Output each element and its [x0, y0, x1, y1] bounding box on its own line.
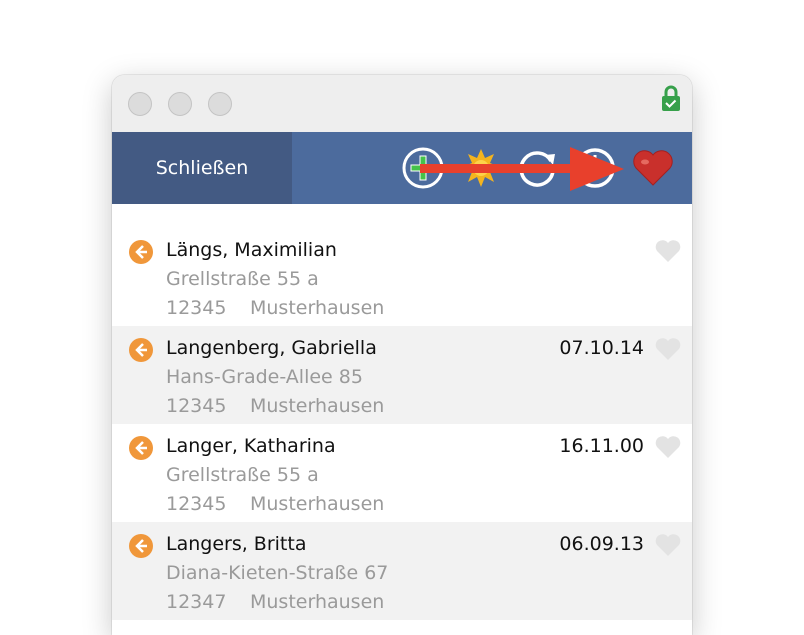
arrow-left-icon[interactable]: [128, 435, 154, 461]
add-icon[interactable]: [400, 145, 446, 191]
contact-list: Längs, Maximilian Grellstraße 55 a 12345…: [112, 204, 692, 620]
contact-street: Hans-Grade-Allee 85: [166, 366, 363, 388]
contact-street: Grellstraße 55 a: [166, 464, 319, 486]
contact-zip: 12345: [166, 395, 227, 417]
heart-icon[interactable]: [630, 145, 676, 191]
arrow-left-icon[interactable]: [128, 533, 154, 559]
list-item[interactable]: Längs, Maximilian Grellstraße 55 a 12345…: [112, 228, 692, 326]
app-window: Schließen Längs, Maximilian Grellstraße …: [112, 75, 692, 635]
contact-name: Langers, Britta: [166, 533, 307, 555]
contact-name: Langenberg, Gabriella: [166, 337, 377, 359]
list-item[interactable]: Langenberg, Gabriella Hans-Grade-Allee 8…: [112, 326, 692, 424]
contact-name: Längs, Maximilian: [166, 239, 337, 261]
window-minimize-control[interactable]: [168, 92, 192, 116]
contact-date: 16.11.00: [559, 435, 644, 457]
favorite-heart-icon[interactable]: [654, 336, 682, 362]
contact-street: Grellstraße 55 a: [166, 268, 319, 290]
contact-date: 06.09.13: [559, 533, 644, 555]
arrow-left-icon[interactable]: [128, 239, 154, 265]
favorite-heart-icon[interactable]: [654, 532, 682, 558]
sun-icon[interactable]: [458, 145, 504, 191]
window-close-control[interactable]: [128, 92, 152, 116]
contact-zip: 12345: [166, 297, 227, 319]
contact-city: Musterhausen: [250, 395, 385, 417]
contact-name: Langer, Katharina: [166, 435, 336, 457]
list-item[interactable]: Langers, Britta Diana-Kieten-Straße 67 1…: [112, 522, 692, 620]
contact-street: Diana-Kieten-Straße 67: [166, 562, 389, 584]
favorite-heart-icon[interactable]: [654, 238, 682, 264]
title-bar: [112, 75, 692, 132]
contact-zip: 12345: [166, 493, 227, 515]
toolbar: Schließen: [112, 132, 692, 204]
window-zoom-control[interactable]: [208, 92, 232, 116]
contact-city: Musterhausen: [250, 493, 385, 515]
close-button[interactable]: Schließen: [112, 132, 292, 204]
favorite-heart-icon[interactable]: [654, 434, 682, 460]
contact-city: Musterhausen: [250, 297, 385, 319]
contact-city: Musterhausen: [250, 591, 385, 613]
contact-date: 07.10.14: [559, 337, 644, 359]
list-item[interactable]: Langer, Katharina Grellstraße 55 a 12345…: [112, 424, 692, 522]
lock-icon: [662, 85, 680, 111]
arrow-left-icon[interactable]: [128, 337, 154, 363]
refresh-icon[interactable]: [514, 145, 560, 191]
contact-zip: 12347: [166, 591, 227, 613]
power-icon[interactable]: [572, 145, 618, 191]
